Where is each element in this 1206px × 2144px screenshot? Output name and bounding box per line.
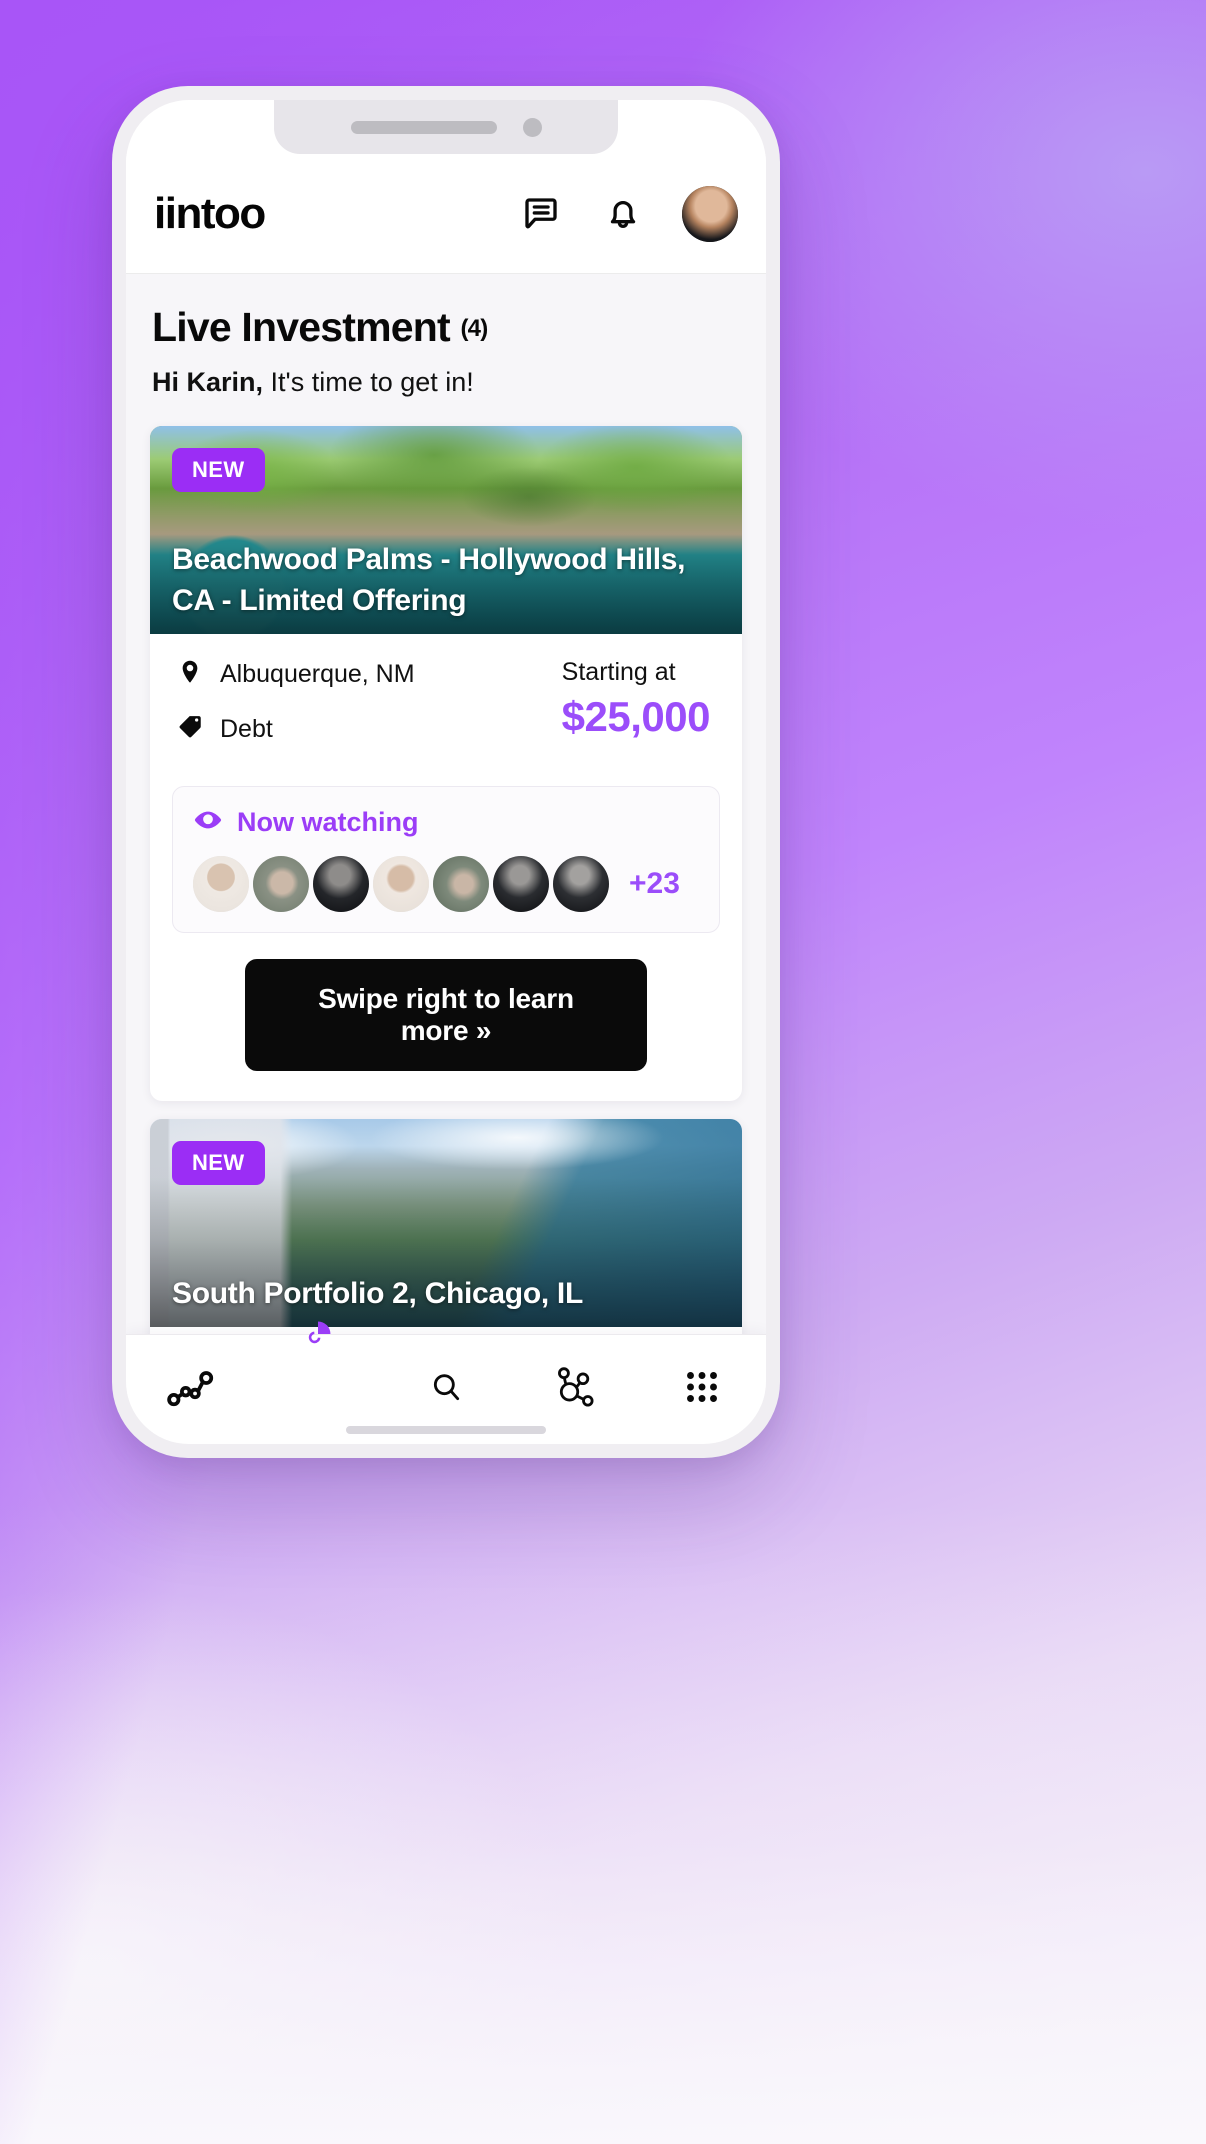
price-value: $25,000: [561, 693, 711, 740]
greeting-line: Hi Karin, It's time to get in!: [152, 367, 740, 398]
greeting-name: Hi Karin,: [152, 367, 264, 397]
card-hero: NEW South Portfolio 2, Chicago, IL: [150, 1119, 742, 1327]
header-actions: [518, 185, 738, 242]
card-title: Beachwood Palms - Hollywood Hills, CA - …: [172, 543, 686, 618]
card-price-block: Starting at $25,000: [562, 658, 716, 768]
trending-icon: [163, 1360, 217, 1419]
now-watching-header: Now watching: [193, 805, 699, 840]
type-label: Debt: [220, 715, 273, 743]
watcher-avatar[interactable]: [253, 856, 309, 912]
avatar[interactable]: [682, 185, 738, 242]
type-row: Debt: [176, 713, 562, 746]
watcher-photo: [433, 856, 489, 912]
page-title-count: (4): [460, 315, 488, 342]
watcher-avatar[interactable]: [373, 856, 429, 912]
watcher-photo: [253, 856, 309, 912]
watcher-overflow-count[interactable]: +23: [629, 867, 680, 901]
watcher-avatar[interactable]: [553, 856, 609, 912]
investment-card[interactable]: NEW Beachwood Palms - Hollywood Hills, C…: [150, 426, 742, 1101]
network-icon: [546, 1359, 602, 1420]
card-title: South Portfolio 2, Chicago, IL: [172, 1277, 583, 1311]
app-header: iintoo: [126, 154, 766, 274]
home-indicator: [346, 1426, 546, 1434]
avatar-photo: [682, 185, 738, 242]
phone-notch: [274, 100, 618, 154]
status-badge: NEW: [172, 1141, 265, 1185]
watcher-photo: [313, 856, 369, 912]
card-hero: NEW Beachwood Palms - Hollywood Hills, C…: [150, 426, 742, 634]
bell-icon[interactable]: [600, 191, 646, 237]
page-title: Live Investment (4): [152, 304, 740, 351]
front-camera: [522, 117, 542, 137]
tab-trending[interactable]: [126, 1335, 254, 1444]
eye-icon: [193, 805, 223, 840]
watcher-photo: [553, 856, 609, 912]
watcher-avatar[interactable]: [433, 856, 489, 912]
watcher-avatar[interactable]: [493, 856, 549, 912]
tag-icon: [176, 713, 204, 746]
phone-screen: iintoo Live Investment (4) Hi Karin, It'…: [126, 100, 766, 1444]
tab-more[interactable]: [638, 1335, 766, 1444]
watcher-photo: [373, 856, 429, 912]
app-logo[interactable]: iintoo: [154, 189, 266, 239]
now-watching-label: Now watching: [237, 807, 419, 837]
location-row: Albuquerque, NM: [176, 658, 562, 691]
location-pin-icon: [176, 658, 204, 691]
earpiece-speaker: [350, 120, 497, 134]
starting-at-label: Starting at: [561, 658, 676, 686]
content-scroll-area[interactable]: Live Investment (4) Hi Karin, It's time …: [126, 274, 766, 1444]
location-label: Albuquerque, NM: [220, 660, 415, 688]
watcher-avatar[interactable]: [313, 856, 369, 912]
watcher-photo: [493, 856, 549, 912]
pie-chart-icon: [301, 1317, 335, 1356]
page-heading-block: Live Investment (4) Hi Karin, It's time …: [126, 274, 766, 408]
swipe-right-button[interactable]: Swipe right to learn more »: [245, 959, 647, 1071]
card-cta-wrap: Swipe right to learn more »: [150, 933, 742, 1101]
chat-icon[interactable]: [518, 191, 564, 237]
card-meta: Albuquerque, NM Debt Starting at $25,000: [150, 634, 742, 774]
status-badge: NEW: [172, 448, 265, 492]
watcher-photo: [193, 856, 249, 912]
phone-frame: iintoo Live Investment (4) Hi Karin, It'…: [112, 86, 780, 1458]
greeting-message: It's time to get in!: [270, 367, 474, 397]
watcher-avatars: +23: [193, 856, 699, 912]
now-watching-panel: Now watching +23: [172, 786, 720, 933]
search-icon: [426, 1367, 466, 1412]
watcher-avatar[interactable]: [193, 856, 249, 912]
grid-icon: [679, 1364, 725, 1415]
page-title-text: Live Investment: [152, 304, 451, 350]
card-meta-left: Albuquerque, NM Debt: [176, 658, 562, 768]
